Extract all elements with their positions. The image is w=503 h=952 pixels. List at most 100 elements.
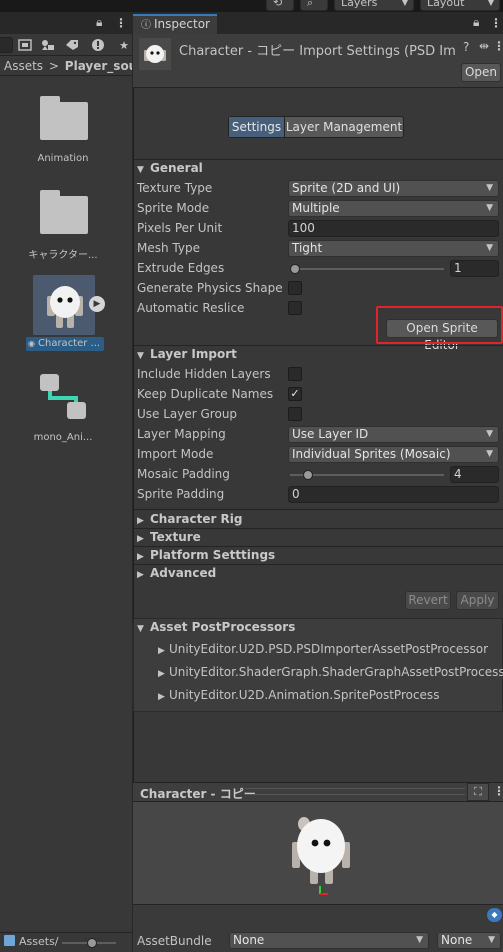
chevron-down-icon: ▼ <box>488 935 495 945</box>
texture-type-dropdown[interactable]: Sprite (2D and UI) ▼ <box>288 180 499 197</box>
tab-label: Inspector <box>154 17 210 31</box>
presets-icon[interactable]: ⇹ <box>479 39 489 53</box>
section-title: Platform Setttings <box>150 548 276 562</box>
section-advanced[interactable]: ▶ Advanced <box>137 566 216 580</box>
sprite-character-icon <box>144 45 166 63</box>
pivot-icon[interactable]: ⛶ <box>467 783 489 801</box>
dropdown-value: Use Layer ID <box>292 427 369 441</box>
divider <box>134 528 503 529</box>
postprocessor-item[interactable]: ▶ UnityEditor.ShaderGraph.ShaderGraphAsse… <box>158 665 503 679</box>
dropdown-value: Tight <box>292 241 323 255</box>
info-icon: ⓘ <box>141 20 151 31</box>
favorite-star-icon[interactable]: ★ <box>114 37 134 53</box>
section-asset-postprocessors[interactable]: ▼ Asset PostProcessors <box>137 620 295 634</box>
breadcrumb-current[interactable]: Player_sourc <box>65 59 132 73</box>
section-title: Advanced <box>150 566 217 580</box>
chevron-right-icon: ▶ <box>137 516 144 526</box>
layer-mapping-dropdown[interactable]: Use Layer ID ▼ <box>288 426 499 443</box>
mesh-type-dropdown[interactable]: Tight ▼ <box>288 240 499 257</box>
layout-dropdown[interactable]: Layout ▼ <box>420 0 500 11</box>
mosaic-padding-slider[interactable] <box>290 474 444 476</box>
more-menu-icon[interactable]: ⋮ <box>493 39 503 53</box>
label-tag-icon[interactable]: ◆ <box>487 908 502 922</box>
section-title: Asset PostProcessors <box>150 620 296 634</box>
drag-handle[interactable] <box>245 788 465 795</box>
asset-item-character-psd[interactable]: ▶ ◉ Character ... <box>8 274 118 354</box>
use-layer-group-checkbox[interactable] <box>288 407 302 421</box>
chevron-right-icon: ▶ <box>137 552 144 562</box>
folder-icon <box>40 96 88 140</box>
tab-layer-management[interactable]: Layer Management <box>285 117 403 137</box>
asset-item-animation[interactable]: Animation <box>8 96 118 168</box>
preview-header[interactable]: Character - コピー ⛶ ⋮ <box>133 782 503 802</box>
asset-label: Animation <box>37 153 89 164</box>
sprite-mode-dropdown[interactable]: Multiple ▼ <box>288 200 499 217</box>
open-button[interactable]: Open <box>461 63 501 82</box>
section-character-rig[interactable]: ▶ Character Rig <box>137 512 243 526</box>
postprocessor-item[interactable]: ▶ UnityEditor.U2D.PSD.PSDImporterAssetPos… <box>158 642 488 656</box>
automatic-reslice-checkbox[interactable] <box>288 301 302 315</box>
breadcrumb-root[interactable]: Assets <box>4 59 43 73</box>
dropdown-value: Sprite (2D and UI) <box>292 181 401 195</box>
mosaic-padding-field[interactable]: 4 <box>450 466 499 483</box>
asset-thumbnail <box>139 38 171 70</box>
extrude-edges-slider[interactable] <box>290 268 444 270</box>
filter-by-type-icon[interactable] <box>38 37 58 53</box>
warning-icon[interactable] <box>88 37 108 53</box>
extrude-edges-slider-thumb[interactable] <box>289 264 300 274</box>
project-search-input[interactable] <box>0 37 13 53</box>
divider <box>134 345 503 346</box>
import-mode-dropdown[interactable]: Individual Sprites (Mosaic) ▼ <box>288 446 499 463</box>
postprocessor-label: UnityEditor.U2D.Animation.SpritePostProc… <box>169 688 440 702</box>
help-icon[interactable]: ? <box>463 40 469 54</box>
section-platform-settings[interactable]: ▶ Platform Setttings <box>137 548 275 562</box>
postprocessor-item[interactable]: ▶ UnityEditor.U2D.Animation.SpritePostPro… <box>158 688 439 702</box>
asset-bundle-name-dropdown[interactable]: None ▼ <box>229 932 429 949</box>
extrude-edges-field[interactable]: 1 <box>450 260 499 277</box>
layers-dropdown[interactable]: Layers ▼ <box>334 0 414 11</box>
asset-bundle-variant-dropdown[interactable]: None ▼ <box>437 932 501 949</box>
history-icon: ⟲ <box>273 0 283 9</box>
asset-path-label: Assets/ <box>19 935 59 948</box>
breadcrumb-separator: > <box>48 59 59 73</box>
pixels-per-unit-field[interactable]: 100 <box>288 220 499 237</box>
section-title: Layer Import <box>150 347 237 361</box>
lock-icon[interactable]: 🔒︎ <box>473 15 479 30</box>
generate-physics-shape-checkbox[interactable] <box>288 281 302 295</box>
play-icon[interactable]: ▶ <box>89 296 105 312</box>
divider <box>134 509 503 510</box>
chevron-down-icon: ▼ <box>137 351 144 361</box>
preview-title: Character - コピー <box>140 787 256 801</box>
section-layer-import[interactable]: ▼ Layer Import <box>137 347 237 361</box>
apply-button[interactable]: Apply <box>456 591 499 610</box>
chevron-down-icon: ▼ <box>487 0 494 7</box>
asset-item-character-folder[interactable]: キャラクター... <box>8 188 118 261</box>
chevron-down-icon: ▼ <box>486 183 493 193</box>
sprite-mode-label: Sprite Mode <box>137 201 210 215</box>
sprite-padding-field[interactable]: 0 <box>288 486 499 503</box>
zoom-slider-thumb[interactable] <box>87 938 97 948</box>
include-hidden-layers-checkbox[interactable] <box>288 367 302 381</box>
section-general[interactable]: ▼ General <box>137 161 203 175</box>
revert-button[interactable]: Revert <box>405 591 451 610</box>
filter-by-label-icon[interactable] <box>62 37 82 53</box>
use-layer-group-label: Use Layer Group <box>137 407 238 421</box>
tab-settings[interactable]: Settings <box>229 117 285 137</box>
keep-duplicate-names-checkbox[interactable]: ✓ <box>288 387 302 401</box>
tab-inspector[interactable]: ⓘ Inspector <box>133 14 217 34</box>
more-menu-icon[interactable]: ⋮ <box>115 16 127 30</box>
preview-area <box>133 802 503 904</box>
postprocessor-label: UnityEditor.U2D.PSD.PSDImporterAssetPost… <box>169 642 489 656</box>
search-button[interactable]: ⌕ <box>300 0 328 11</box>
more-menu-icon[interactable]: ⋮ <box>490 16 502 30</box>
asset-label-selected: ◉ Character ... <box>26 337 104 351</box>
asset-item-animator-controller[interactable]: mono_Ani... <box>8 372 118 452</box>
history-button[interactable]: ⟲ <box>266 0 294 11</box>
divider <box>134 564 503 565</box>
lock-icon[interactable]: 🔒︎ <box>96 15 102 30</box>
create-icon[interactable] <box>15 37 35 53</box>
more-menu-icon[interactable]: ⋮ <box>493 784 503 798</box>
mosaic-padding-label: Mosaic Padding <box>137 467 230 481</box>
section-texture[interactable]: ▶ Texture <box>137 530 201 544</box>
chevron-right-icon: ▶ <box>158 692 165 702</box>
